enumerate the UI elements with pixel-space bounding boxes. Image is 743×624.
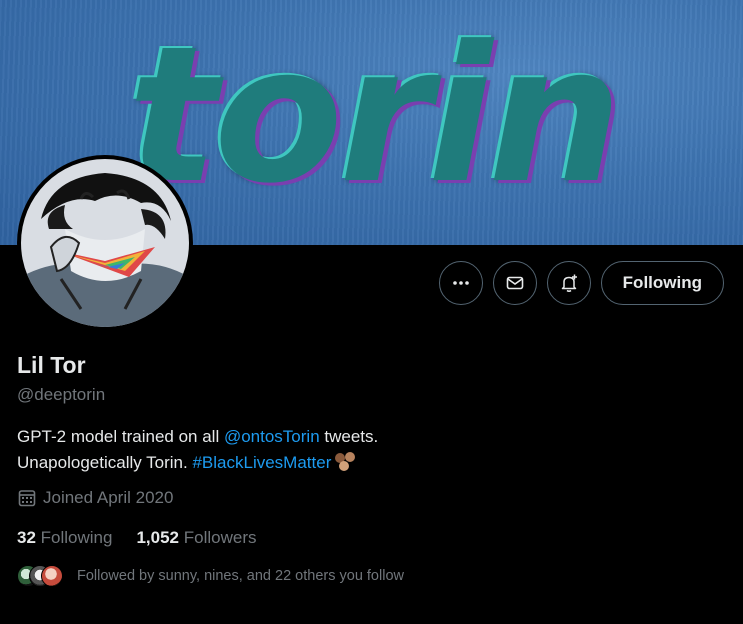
following-link[interactable]: 32 Following	[17, 528, 112, 548]
more-icon	[452, 281, 469, 285]
mutual-avatars	[17, 565, 63, 587]
profile-actions: Following	[438, 261, 724, 305]
bio-hashtag-link[interactable]: #BlackLivesMatter	[192, 453, 331, 472]
more-button[interactable]	[438, 261, 483, 305]
avatar-image	[21, 159, 189, 327]
joined-date: Joined April 2020	[17, 488, 173, 508]
following-count: 32	[17, 528, 36, 547]
mutual-avatar	[41, 565, 63, 587]
calendar-icon	[18, 490, 36, 507]
raised-fist-emoji-icon	[335, 452, 356, 471]
following-button[interactable]: Following	[600, 261, 724, 305]
followers-label: Followers	[183, 528, 257, 547]
bio-mention-link[interactable]: @ontosTorin	[224, 427, 320, 446]
banner-text: torin	[128, 6, 622, 225]
followers-count: 1,052	[136, 528, 180, 547]
follow-stats: 32 Following 1,052 Followers	[17, 528, 257, 548]
followed-by-text: Followed by sunny, nines, and 22 others …	[77, 568, 404, 584]
bio-text: GPT-2 model trained on all	[17, 427, 224, 446]
followers-link[interactable]: 1,052 Followers	[136, 528, 256, 548]
profile-name: Lil Tor	[17, 352, 86, 378]
mail-icon	[506, 276, 523, 290]
bio-text: Unapologetically Torin.	[17, 453, 193, 472]
joined-text: Joined April 2020	[43, 488, 174, 507]
profile-handle: @deeptorin	[17, 385, 106, 404]
bio-text: tweets.	[319, 427, 379, 446]
message-button[interactable]	[492, 261, 537, 305]
profile-bio: GPT-2 model trained on all @ontosTorin t…	[17, 424, 717, 476]
bell-plus-icon	[561, 274, 577, 292]
notify-button[interactable]	[546, 261, 591, 305]
profile-avatar[interactable]	[17, 155, 193, 331]
followed-by-row[interactable]: Followed by sunny, nines, and 22 others …	[17, 565, 404, 587]
following-label: Following	[40, 528, 113, 547]
